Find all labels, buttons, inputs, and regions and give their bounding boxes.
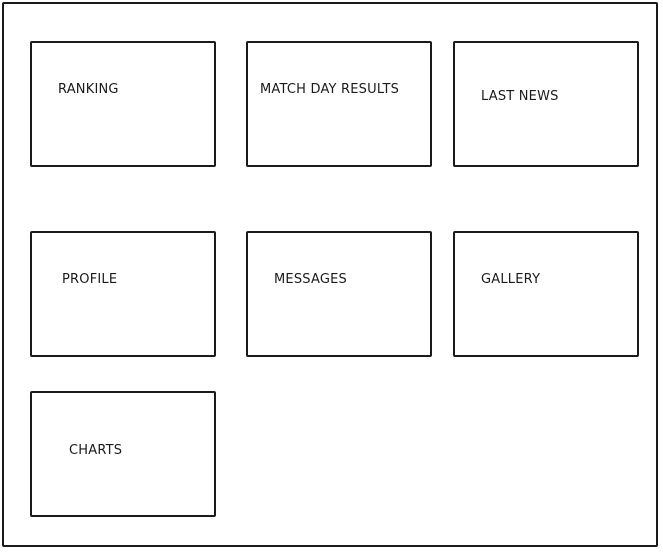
tile-charts[interactable]: CHARTS [30, 391, 216, 517]
tile-profile[interactable]: PROFILE [30, 231, 216, 357]
tile-gallery-label: GALLERY [481, 272, 541, 287]
tile-last-news-label: LAST NEWS [481, 89, 559, 104]
tile-ranking[interactable]: RANKING [30, 41, 216, 167]
tile-profile-label: PROFILE [62, 272, 118, 287]
tile-ranking-label: RANKING [58, 82, 119, 97]
tile-messages-label: MESSAGES [274, 272, 347, 287]
tile-match-day-results-label: MATCH DAY RESULTS [260, 82, 400, 97]
tile-match-day-results[interactable]: MATCH DAY RESULTS [246, 41, 432, 167]
tile-charts-label: CHARTS [69, 443, 123, 458]
tile-gallery[interactable]: GALLERY [453, 231, 639, 357]
tile-messages[interactable]: MESSAGES [246, 231, 432, 357]
tile-last-news[interactable]: LAST NEWS [453, 41, 639, 167]
